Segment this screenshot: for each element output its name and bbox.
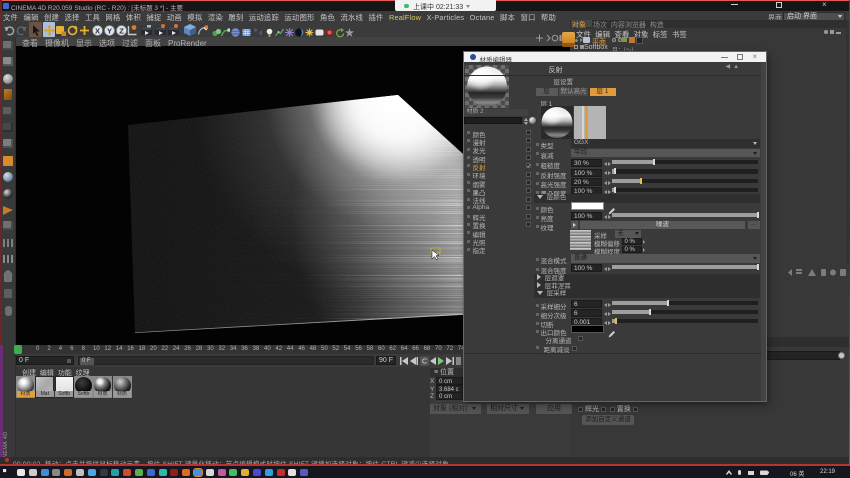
svg-text:X: X — [95, 26, 100, 35]
svg-text:C: C — [422, 358, 427, 365]
svg-text:Z: Z — [119, 26, 124, 35]
svg-text:Y: Y — [107, 26, 112, 35]
